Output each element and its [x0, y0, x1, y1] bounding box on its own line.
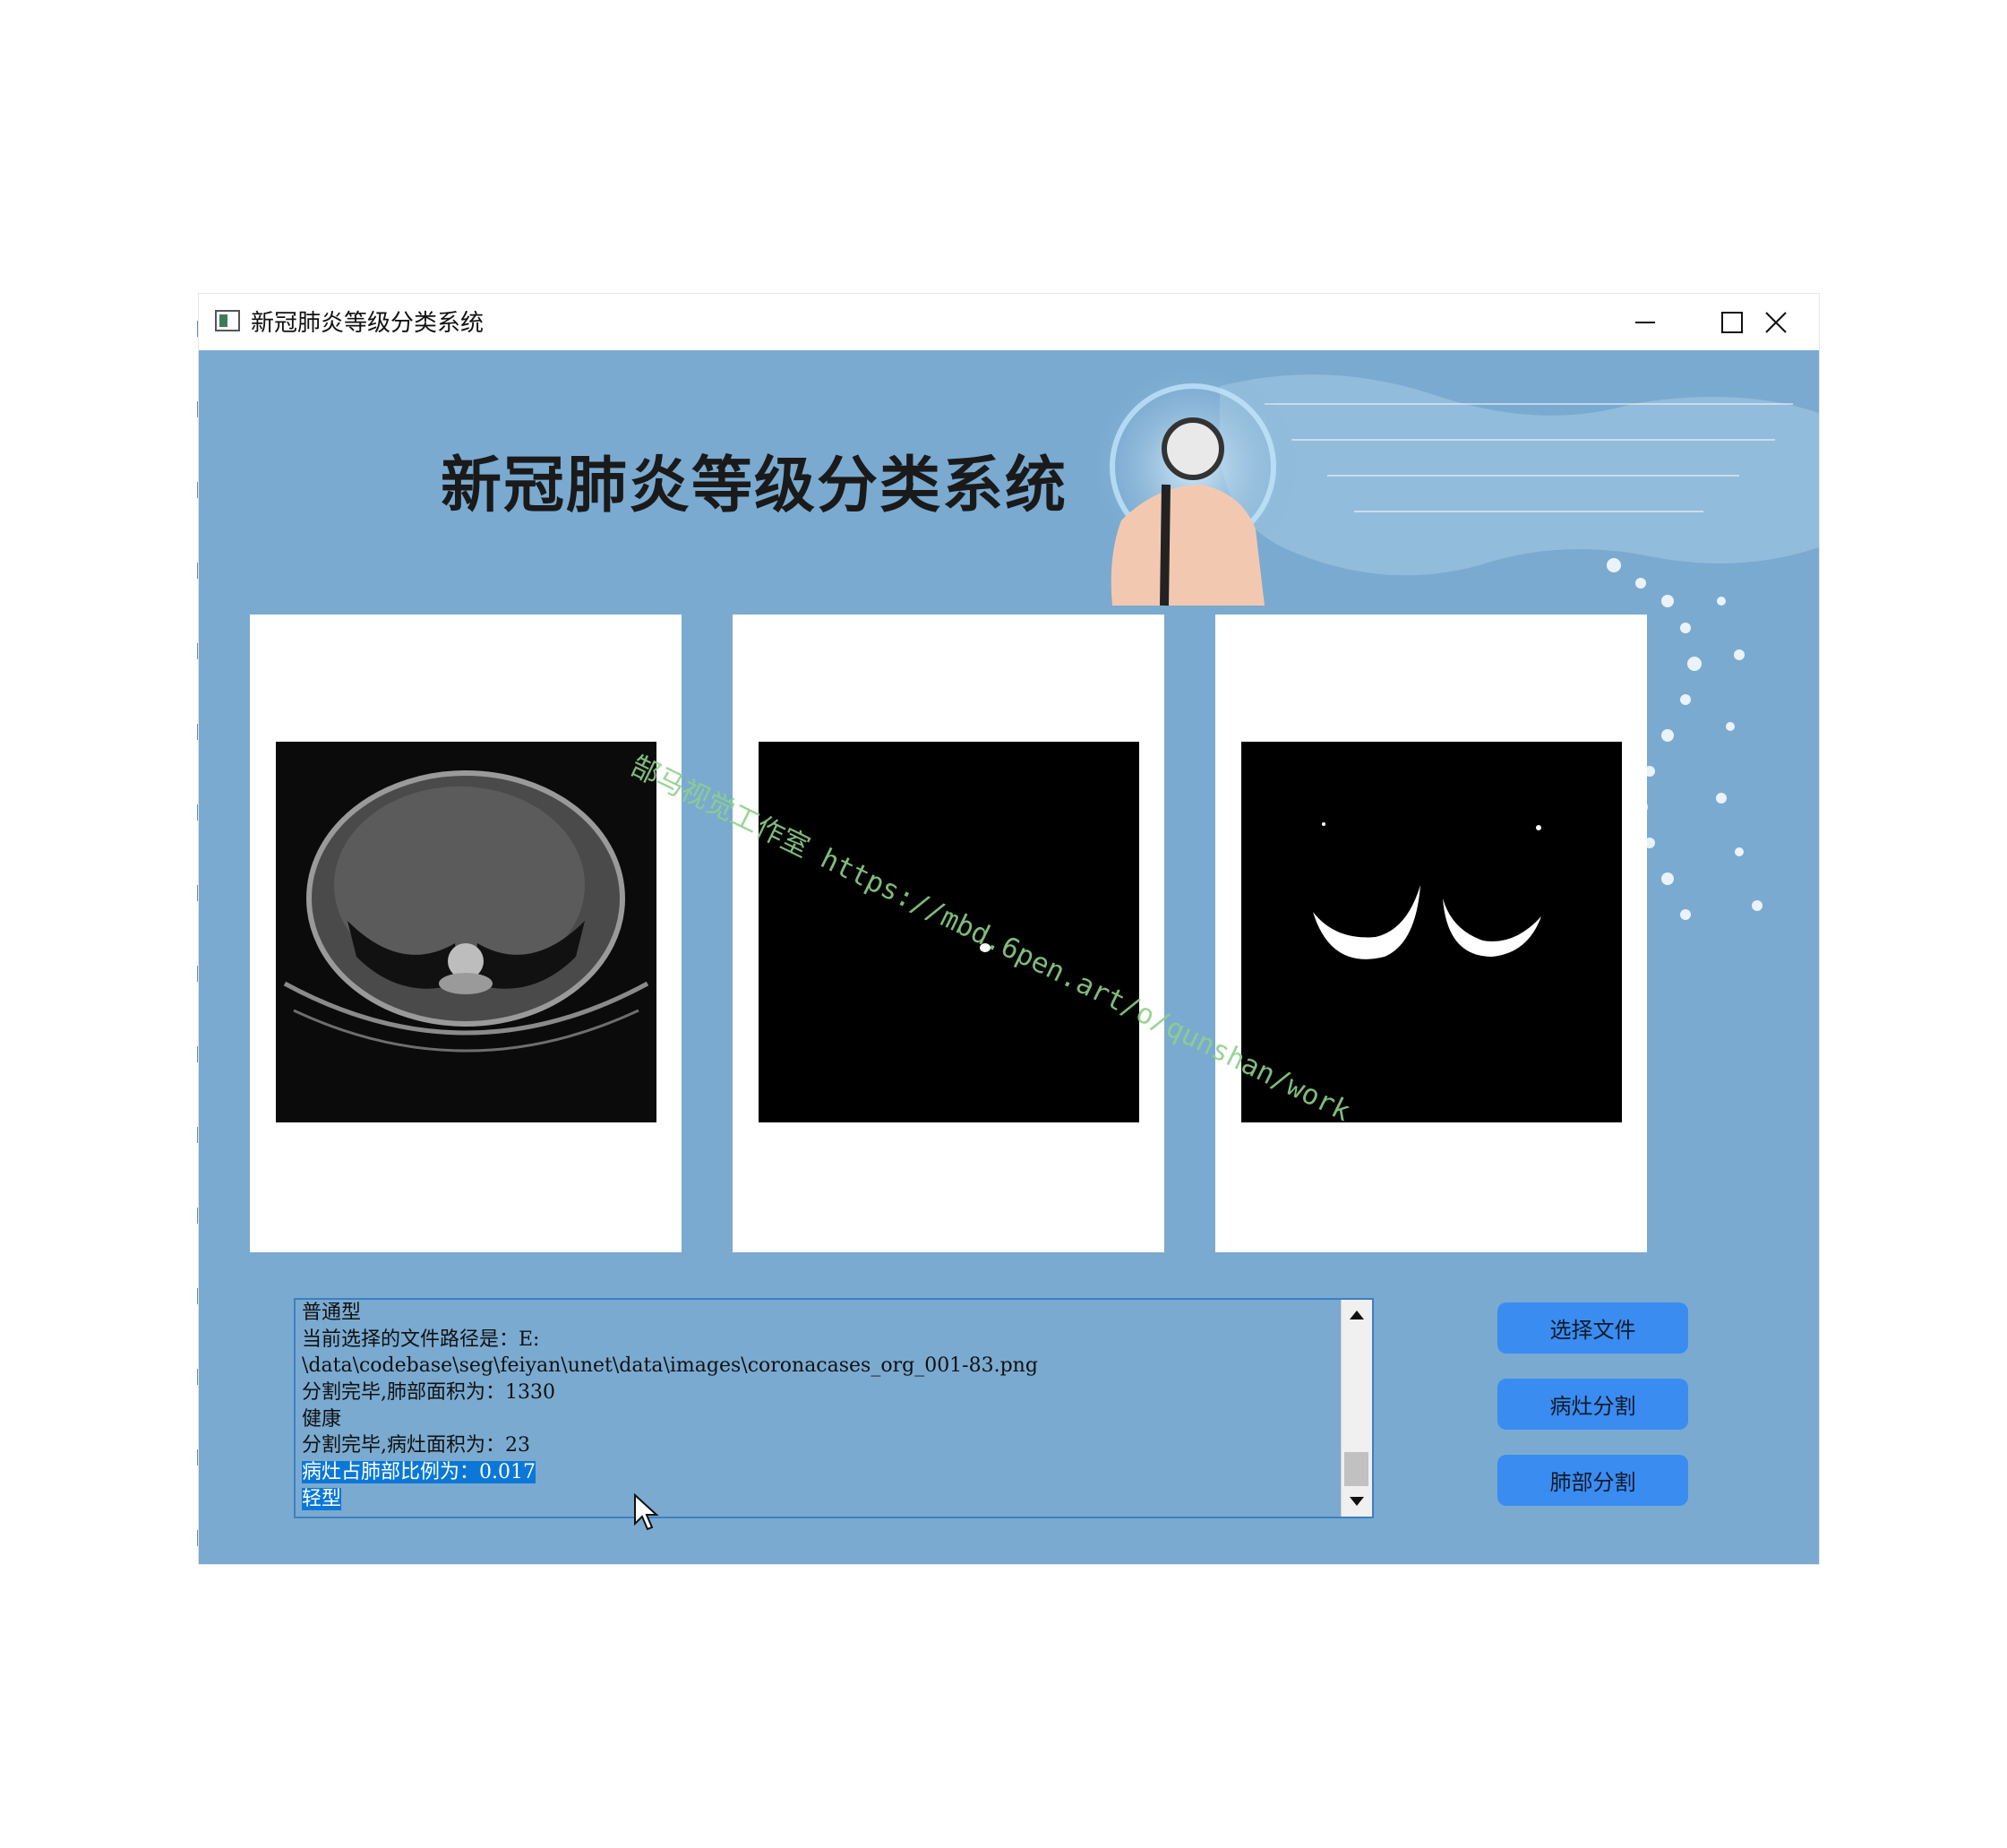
- log-line: 当前选择的文件路径是：E:: [302, 1328, 540, 1351]
- minimize-icon: [1635, 321, 1655, 323]
- ct-scan-image: [276, 742, 656, 1122]
- mouse-cursor-icon: [634, 1493, 659, 1531]
- log-line: 分割完毕,肺部面积为：1330: [302, 1381, 555, 1405]
- image-panel-original: [250, 615, 682, 1252]
- window-title: 新冠肺炎等级分类系统: [251, 310, 485, 337]
- select-file-button[interactable]: 选择文件: [1497, 1302, 1688, 1354]
- arrow-up-icon: [1350, 1311, 1364, 1319]
- log-line: \data\codebase\seg\feiyan\unet\data\imag…: [302, 1354, 1038, 1378]
- close-icon: [1765, 311, 1787, 333]
- log-line: 分割完毕,病灶面积为：23: [302, 1434, 530, 1457]
- log-line-selected: 病灶占肺部比例为：0.017: [302, 1461, 536, 1484]
- app-icon: [215, 310, 240, 331]
- log-lines: 普通型 当前选择的文件路径是：E: \data\codebase\seg\fei…: [302, 1300, 1332, 1513]
- scroll-up-button[interactable]: [1342, 1300, 1372, 1330]
- log-line: 普通型: [302, 1302, 362, 1324]
- lesion-segment-button[interactable]: 病灶分割: [1497, 1379, 1688, 1430]
- log-line: 健康: [302, 1407, 342, 1431]
- log-scrollbar[interactable]: [1341, 1300, 1372, 1517]
- log-textarea[interactable]: 普通型 当前选择的文件路径是：E: \data\codebase\seg\fei…: [294, 1298, 1374, 1518]
- title-bar[interactable]: 新冠肺炎等级分类系统: [199, 294, 1819, 350]
- image-panel-lung: [1215, 615, 1647, 1252]
- lung-segment-button[interactable]: 肺部分割: [1497, 1455, 1688, 1506]
- log-line-selected: 轻型: [302, 1487, 342, 1510]
- banner-title: 新冠肺炎等级分类系统: [441, 450, 1068, 521]
- arrow-down-icon: [1350, 1497, 1364, 1506]
- close-button[interactable]: [1733, 294, 1819, 350]
- minimize-button[interactable]: [1602, 294, 1688, 350]
- scroll-down-button[interactable]: [1342, 1486, 1372, 1517]
